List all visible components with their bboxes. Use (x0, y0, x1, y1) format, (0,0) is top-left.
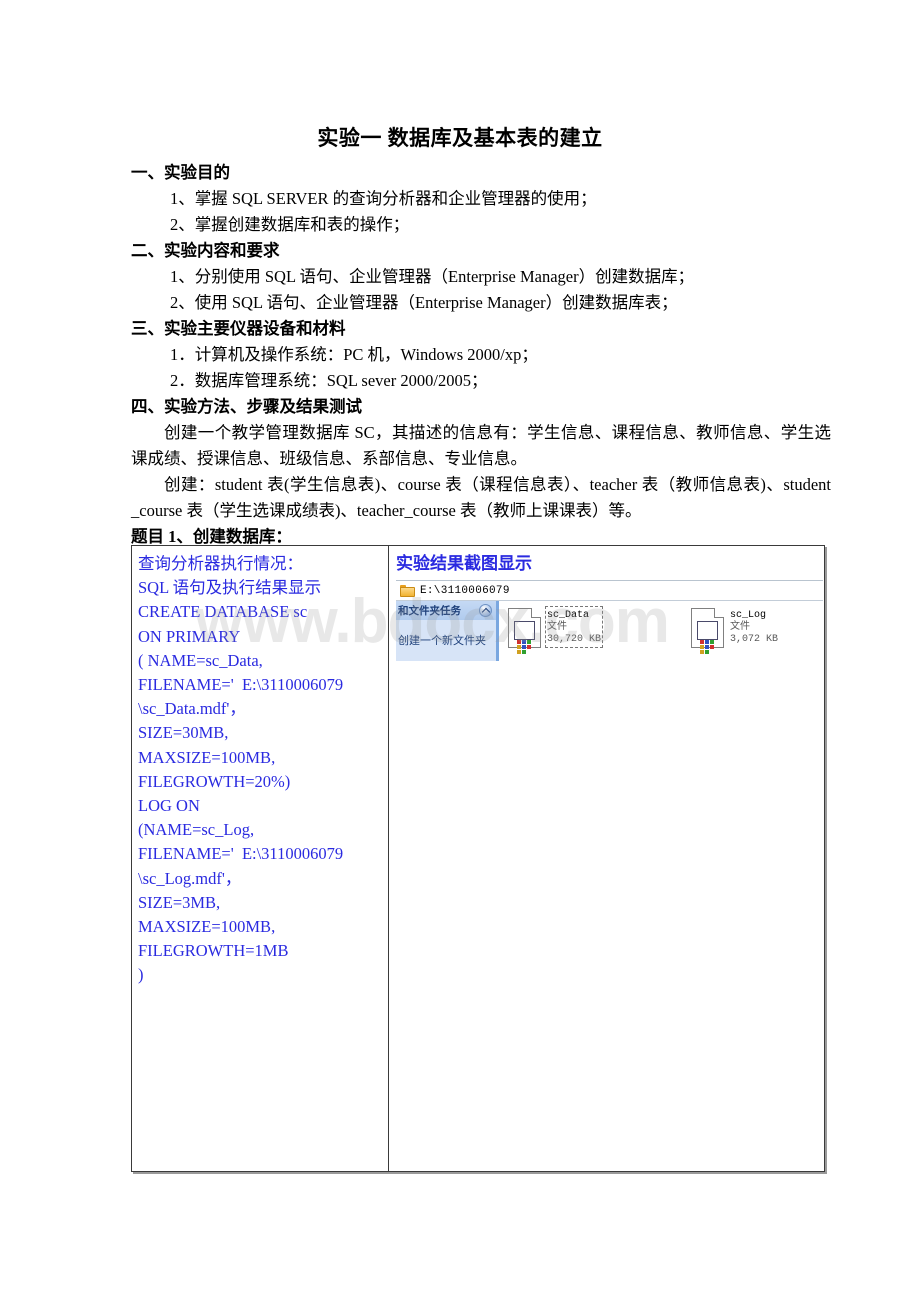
file-label: sc_Log 文件 3,072 KB (730, 608, 778, 646)
file-name: sc_Data (547, 610, 590, 621)
windows-explorer-screenshot: E:\3110006079 和文件夹任务 创建一个新文件夹 sc_Data 文件… (396, 580, 823, 662)
section-heading-3: 三、实验主要仪器设备和材料 (131, 319, 346, 338)
file-type: 文件 (547, 622, 567, 633)
explorer-file-list: sc_Data 文件 30,720 KB sc_Log 文件 3,072 KB (499, 601, 823, 661)
sql-line: MAXSIZE=100MB, (138, 917, 276, 937)
document-page: 实验一 数据库及基本表的建立 一、实验目的 1、掌握 SQL SERVER 的查… (0, 0, 920, 1302)
sql-line: FILEGROWTH=20%) (138, 771, 291, 791)
sql-line: LOG ON (138, 796, 200, 816)
create-new-folder-link[interactable]: 创建一个新文件夹 (396, 620, 496, 648)
table-cell-screenshot: 实验结果截图显示 E:\3110006079 和文件夹任务 创建一个新文件夹 s… (389, 546, 824, 1171)
sql-line: FILENAME=' E:\3110006079 (138, 844, 344, 864)
paragraph-2: 创建：student 表(学生信息表)、course 表（课程信息表）、teac… (131, 475, 831, 520)
sql-line: FILEGROWTH=1MB (138, 941, 289, 961)
sql-line: \sc_Log.mdf'， (138, 868, 242, 888)
file-size: 30,720 KB (547, 634, 602, 645)
code-cell-subtitle: SQL 语句及执行结果显示 (138, 578, 322, 598)
sql-line: ON PRIMARY (138, 626, 241, 646)
sql-line: (NAME=sc_Log, (138, 820, 255, 840)
section-1-line-1: 1、掌握 SQL SERVER 的查询分析器和企业管理器的使用； (170, 189, 597, 208)
explorer-address-bar[interactable]: E:\3110006079 (396, 581, 823, 601)
screenshot-cell-title: 实验结果截图显示 (396, 554, 532, 573)
result-table: 查询分析器执行情况： SQL 语句及执行结果显示 CREATE DATABASE… (131, 545, 825, 1172)
section-3-line-1: 1．计算机及操作系统：PC 机，Windows 2000/xp； (170, 345, 538, 364)
sql-line: ) (138, 965, 144, 985)
file-icon (508, 608, 541, 654)
file-item-sc-log[interactable]: sc_Log 文件 3,072 KB (691, 608, 778, 661)
file-type: 文件 (730, 622, 751, 633)
sql-line: SIZE=3MB, (138, 892, 221, 912)
section-heading-2: 二、实验内容和要求 (131, 241, 280, 260)
section-heading-1: 一、实验目的 (131, 163, 230, 182)
sql-line: MAXSIZE=100MB, (138, 747, 276, 767)
folder-icon (400, 584, 415, 597)
sql-line: CREATE DATABASE sc (138, 602, 308, 622)
page-title: 实验一 数据库及基本表的建立 (317, 126, 603, 150)
section-heading-4: 四、实验方法、步骤及结果测试 (131, 397, 362, 416)
sql-line: \sc_Data.mdf'， (138, 699, 246, 719)
paragraph-1: 创建一个教学管理数据库 SC，其描述的信息有：学生信息、课程信息、教师信息、学生… (131, 423, 831, 468)
explorer-body: 和文件夹任务 创建一个新文件夹 sc_Data 文件 30,720 KB sc_… (396, 601, 823, 661)
section-2-line-2: 2、使用 SQL 语句、企业管理器（Enterprise Manager）创建数… (170, 293, 678, 312)
explorer-task-pane: 和文件夹任务 创建一个新文件夹 (396, 601, 499, 661)
sql-line: SIZE=30MB, (138, 723, 229, 743)
task-pane-header[interactable]: 和文件夹任务 (396, 601, 496, 620)
document-body: 一、实验目的 1、掌握 SQL SERVER 的查询分析器和企业管理器的使用； … (131, 160, 831, 576)
file-icon (691, 608, 725, 654)
file-size: 3,072 KB (730, 634, 779, 645)
code-cell-title: 查询分析器执行情况： (138, 554, 303, 573)
file-name: sc_Log (730, 610, 767, 621)
chevron-up-icon[interactable] (479, 604, 492, 617)
section-1-line-2: 2、掌握创建数据库和表的操作； (170, 215, 410, 234)
sql-line: FILENAME=' E:\3110006079 (138, 675, 344, 695)
explorer-address-text: E:\3110006079 (420, 584, 510, 597)
section-2-line-1: 1、分别使用 SQL 语句、企业管理器（Enterprise Manager）创… (170, 267, 695, 286)
section-3-line-2: 2．数据库管理系统：SQL sever 2000/2005； (170, 371, 488, 390)
file-item-sc-data[interactable]: sc_Data 文件 30,720 KB (508, 606, 604, 661)
sql-line: ( NAME=sc_Data, (138, 650, 263, 670)
file-label: sc_Data 文件 30,720 KB (544, 606, 604, 648)
task-pane-title: 和文件夹任务 (398, 605, 461, 617)
table-cell-code: 查询分析器执行情况： SQL 语句及执行结果显示 CREATE DATABASE… (132, 546, 389, 1171)
